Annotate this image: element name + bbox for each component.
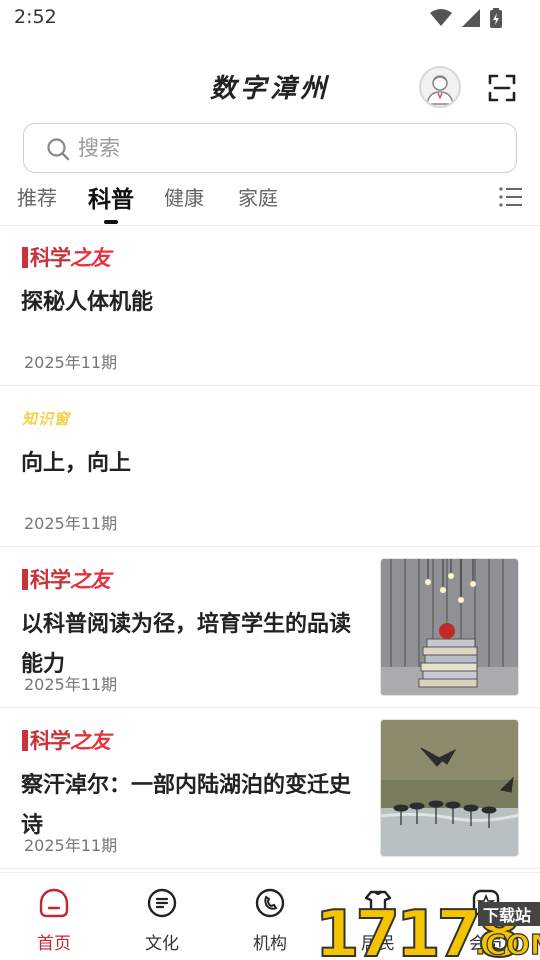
cranes-lake-photo bbox=[381, 720, 518, 856]
site-watermark: 17178 下载站 .COM bbox=[315, 897, 540, 960]
battery-icon bbox=[490, 8, 502, 28]
article-issue: 2025年11期 bbox=[24, 514, 118, 533]
phone-icon bbox=[255, 888, 285, 918]
list-menu-icon[interactable] bbox=[499, 186, 523, 208]
home-icon bbox=[39, 888, 69, 918]
app-screen: 2:52 数字漳州 推荐 科普 健康 家庭 bbox=[0, 0, 540, 960]
status-icons bbox=[430, 8, 502, 28]
brand-name: 科学 bbox=[30, 568, 71, 592]
nav-label: 文化 bbox=[145, 934, 179, 954]
article-item[interactable]: 科学 之友 以科普阅读为径，培育学生的品读能力 2025年11期 bbox=[0, 547, 540, 708]
brand-logo-kexue: 科学 之友 bbox=[22, 728, 111, 753]
nav-label: 首页 bbox=[37, 934, 71, 954]
nav-label: 机构 bbox=[253, 934, 287, 954]
brand-name-suffix: 之友 bbox=[70, 729, 111, 753]
tab-science[interactable]: 科普 bbox=[88, 180, 134, 214]
article-thumbnail bbox=[380, 558, 519, 696]
tab-family[interactable]: 家庭 bbox=[238, 182, 278, 211]
active-tab-indicator bbox=[104, 220, 118, 224]
tab-health[interactable]: 健康 bbox=[164, 182, 204, 211]
article-item[interactable]: 科学 之友 探秘人体机能 2025年11期 bbox=[0, 225, 540, 386]
avatar[interactable] bbox=[419, 66, 461, 108]
brand-name: 科学 bbox=[30, 246, 71, 270]
article-thumbnail bbox=[380, 719, 519, 857]
article-title: 探秘人体机能 bbox=[21, 290, 154, 315]
search-input[interactable] bbox=[78, 132, 498, 164]
brand-name-suffix: 之友 bbox=[70, 568, 111, 592]
tab-recommend[interactable]: 推荐 bbox=[17, 182, 57, 211]
brand-logo-kexue: 科学 之友 bbox=[22, 567, 111, 592]
nav-home[interactable]: 首页 bbox=[0, 873, 108, 960]
article-item[interactable]: 知识窗 向上，向上 2025年11期 bbox=[0, 386, 540, 547]
watermark-download: 下载站 bbox=[483, 906, 531, 925]
nav-culture[interactable]: 文化 bbox=[108, 873, 216, 960]
search-bar[interactable] bbox=[23, 123, 517, 173]
culture-icon bbox=[147, 888, 177, 918]
brand-name-suffix: 之友 bbox=[70, 246, 111, 270]
avatar-icon bbox=[426, 75, 454, 105]
signal-icon bbox=[462, 9, 480, 27]
wifi-icon bbox=[430, 9, 452, 26]
books-apple-photo bbox=[381, 559, 518, 695]
brand-logo-zhishi: 知识窗 bbox=[22, 406, 70, 430]
brand-name: 科学 bbox=[30, 729, 71, 753]
brand-name: 知识窗 bbox=[22, 409, 71, 428]
article-title: 向上，向上 bbox=[21, 451, 132, 476]
status-bar: 2:52 bbox=[0, 0, 540, 36]
nav-institution[interactable]: 机构 bbox=[216, 873, 324, 960]
search-icon bbox=[47, 138, 70, 161]
article-issue: 2025年11期 bbox=[24, 353, 118, 372]
watermark-suffix: .COM bbox=[475, 928, 540, 960]
status-time: 2:52 bbox=[14, 6, 57, 28]
scan-icon[interactable] bbox=[488, 74, 516, 102]
article-item[interactable]: 科学 之友 察汗淖尔：一部内陆湖泊的变迁史诗 2025年11期 bbox=[0, 708, 540, 869]
article-issue: 2025年11期 bbox=[24, 675, 118, 694]
category-tabs: 推荐 科普 健康 家庭 bbox=[0, 180, 540, 226]
brand-logo-kexue: 科学 之友 bbox=[22, 245, 111, 270]
article-issue: 2025年11期 bbox=[24, 836, 118, 855]
